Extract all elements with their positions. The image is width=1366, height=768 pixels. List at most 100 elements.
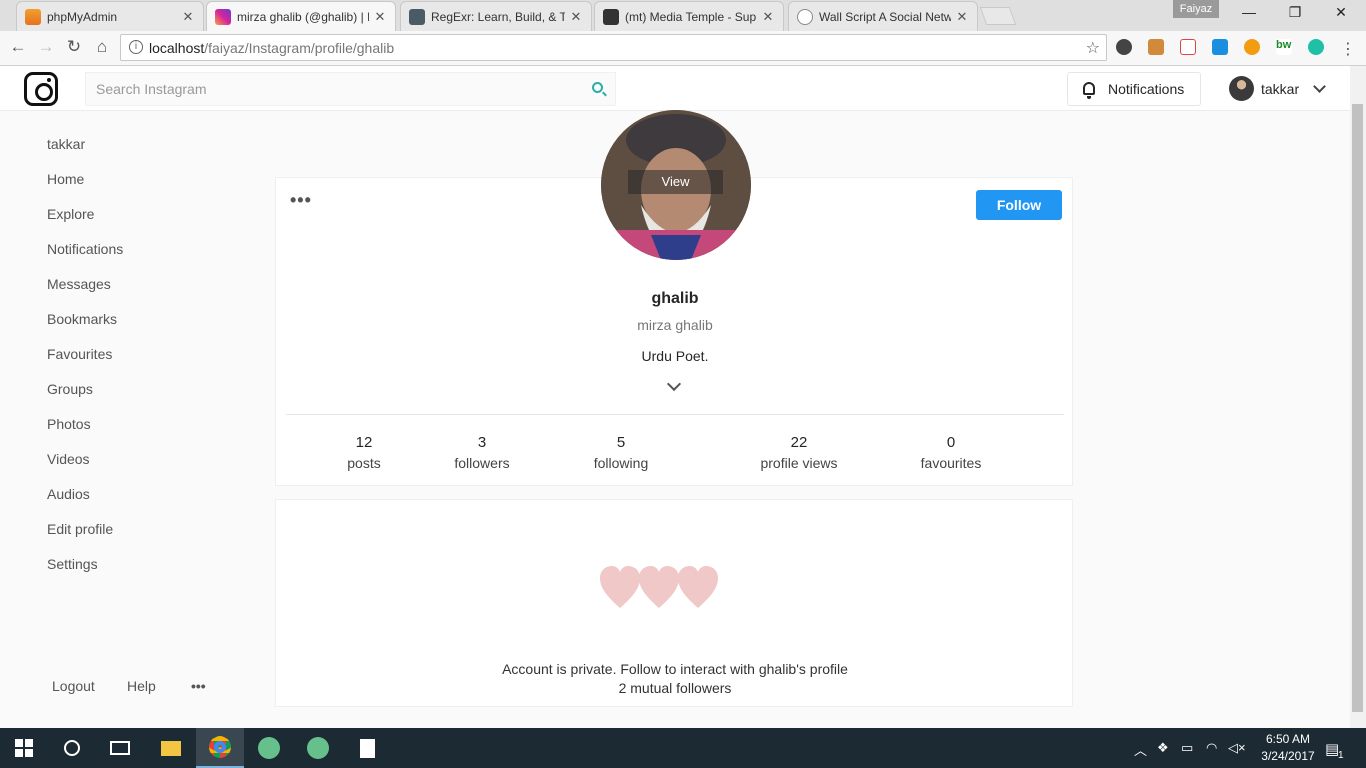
dropbox-icon[interactable]: ❖ bbox=[1157, 740, 1169, 756]
sidebar-item-notifications[interactable]: Notifications bbox=[47, 241, 123, 257]
search-icon[interactable] bbox=[592, 82, 603, 93]
windows-taskbar: ︿ ❖ ▭ ◠ ◁× 6:50 AM 3/24/2017 ▤ 1 bbox=[0, 728, 1366, 768]
task-view-icon[interactable] bbox=[96, 728, 144, 768]
divider bbox=[286, 414, 1064, 415]
profile-bio: Urdu Poet. bbox=[641, 348, 709, 364]
scrollbar-thumb[interactable] bbox=[1352, 104, 1363, 712]
close-tab-icon[interactable]: ✕ bbox=[181, 9, 195, 25]
volume-muted-icon[interactable]: ◁× bbox=[1228, 740, 1246, 756]
new-tab-button[interactable] bbox=[979, 7, 1017, 25]
stat-posts[interactable]: 12 posts bbox=[344, 434, 384, 471]
sidebar-item-settings[interactable]: Settings bbox=[47, 556, 98, 572]
menu-icon[interactable]: ⋮ bbox=[1340, 39, 1356, 58]
minimize-icon[interactable]: — bbox=[1226, 4, 1272, 20]
notifications-label: Notifications bbox=[1108, 81, 1185, 97]
close-window-icon[interactable]: ✕ bbox=[1318, 4, 1364, 21]
sidebar-item-videos[interactable]: Videos bbox=[47, 451, 90, 467]
instagram-app: Search Instagram Notifications takkar ta… bbox=[0, 66, 1350, 728]
stat-followers[interactable]: 3 followers bbox=[447, 434, 517, 471]
battery-icon[interactable]: ▭ bbox=[1181, 740, 1193, 756]
username-label: takkar bbox=[1261, 80, 1300, 97]
tab-wall-script[interactable]: Wall Script A Social Netw ✕ bbox=[788, 1, 978, 31]
info-icon[interactable]: i bbox=[129, 40, 143, 54]
atom-editor-icon[interactable] bbox=[294, 728, 342, 768]
instagram-logo-icon[interactable] bbox=[24, 72, 58, 106]
view-photo-button[interactable]: View bbox=[628, 170, 723, 194]
tab-media-temple[interactable]: (mt) Media Temple - Sup ✕ bbox=[594, 1, 784, 31]
extension-icon[interactable] bbox=[1148, 39, 1164, 55]
sidebar-item-photos[interactable]: Photos bbox=[47, 416, 91, 432]
sidebar-item-bookmarks[interactable]: Bookmarks bbox=[47, 311, 117, 327]
page-icon bbox=[797, 8, 813, 25]
search-cortana-icon[interactable] bbox=[48, 728, 96, 768]
sidebar-item-home[interactable]: Home bbox=[47, 171, 84, 187]
page-scrollbar[interactable] bbox=[1350, 66, 1366, 728]
more-options-icon[interactable]: ••• bbox=[191, 678, 206, 694]
file-explorer-icon[interactable] bbox=[147, 728, 195, 768]
sidebar-item-groups[interactable]: Groups bbox=[47, 381, 93, 397]
notifications-button[interactable]: Notifications bbox=[1067, 72, 1201, 106]
private-account-message: Account is private. Follow to interact w… bbox=[502, 661, 848, 677]
sidebar-item-profile[interactable]: takkar bbox=[47, 136, 85, 152]
window-user-badge[interactable]: Faiyaz bbox=[1173, 0, 1219, 18]
system-clock[interactable]: 6:50 AM 3/24/2017 bbox=[1256, 731, 1320, 765]
download-extension-icon[interactable] bbox=[1212, 39, 1228, 55]
close-tab-icon[interactable]: ✕ bbox=[955, 9, 969, 25]
document-icon[interactable] bbox=[343, 728, 391, 768]
private-account-card: Account is private. Follow to interact w… bbox=[275, 499, 1073, 707]
media-temple-icon bbox=[603, 8, 619, 25]
home-icon[interactable]: ⌂ bbox=[90, 37, 114, 57]
chevron-down-icon bbox=[1313, 79, 1326, 93]
address-bar[interactable]: i localhost/faiyaz/Instagram/profile/gha… bbox=[120, 34, 1107, 61]
sidebar-item-explore[interactable]: Explore bbox=[47, 206, 94, 222]
forward-icon[interactable]: → bbox=[34, 37, 58, 57]
settings-extension-icon[interactable] bbox=[1116, 39, 1132, 55]
sidebar-item-edit-profile[interactable]: Edit profile bbox=[47, 521, 113, 537]
wifi-icon[interactable]: ◠ bbox=[1206, 740, 1217, 756]
browser-toolbar: ← → ↻ ⌂ i localhost/faiyaz/Instagram/pro… bbox=[0, 31, 1366, 66]
profile-avatar[interactable]: View bbox=[601, 110, 751, 260]
sidebar-item-messages[interactable]: Messages bbox=[47, 276, 111, 292]
regexr-icon bbox=[409, 8, 425, 25]
hearts-icon bbox=[600, 566, 718, 608]
extension-icon[interactable] bbox=[1244, 39, 1260, 55]
follow-button[interactable]: Follow bbox=[976, 190, 1062, 220]
bw-extension-icon[interactable]: bw bbox=[1276, 39, 1292, 55]
tab-instagram-profile[interactable]: mirza ghalib (@ghalib) | I ✕ bbox=[206, 1, 396, 31]
start-windows-icon[interactable] bbox=[0, 728, 48, 768]
reload-icon[interactable]: ↻ bbox=[62, 37, 86, 57]
top-navigation: Search Instagram Notifications takkar bbox=[0, 66, 1350, 111]
user-menu[interactable]: takkar bbox=[1229, 76, 1326, 101]
stat-following[interactable]: 5 following bbox=[586, 434, 656, 471]
help-link[interactable]: Help bbox=[127, 678, 156, 694]
back-icon[interactable]: ← bbox=[6, 37, 30, 57]
tab-strip: phpMyAdmin ✕ mirza ghalib (@ghalib) | I … bbox=[0, 0, 1366, 31]
atom-editor-icon[interactable] bbox=[245, 728, 293, 768]
tab-phpmyadmin[interactable]: phpMyAdmin ✕ bbox=[16, 1, 204, 31]
extension-icon[interactable] bbox=[1180, 39, 1196, 55]
close-tab-icon[interactable]: ✕ bbox=[373, 9, 387, 25]
close-tab-icon[interactable]: ✕ bbox=[569, 9, 583, 25]
profile-options-icon[interactable]: ••• bbox=[290, 190, 312, 211]
instagram-icon bbox=[215, 8, 231, 25]
action-center-count: 1 bbox=[1338, 750, 1344, 761]
stat-favourites[interactable]: 0 favourites bbox=[911, 434, 991, 471]
chrome-taskbar-icon[interactable] bbox=[196, 728, 244, 768]
close-tab-icon[interactable]: ✕ bbox=[761, 9, 775, 25]
show-hidden-icons-icon[interactable]: ︿ bbox=[1134, 740, 1147, 759]
expand-bio-chevron-icon[interactable] bbox=[666, 376, 682, 392]
stat-profile-views[interactable]: 22 profile views bbox=[749, 434, 849, 471]
bell-icon bbox=[1083, 82, 1095, 99]
restore-icon[interactable]: ❐ bbox=[1272, 4, 1318, 21]
mutual-followers-link[interactable]: 2 mutual followers bbox=[276, 680, 1074, 696]
profile-full-name: mirza ghalib bbox=[637, 317, 713, 333]
tab-regexr[interactable]: RegExr: Learn, Build, & Te ✕ bbox=[400, 1, 592, 31]
sidebar-item-audios[interactable]: Audios bbox=[47, 486, 90, 502]
profile-handle: ghalib bbox=[651, 290, 699, 307]
search-input[interactable]: Search Instagram bbox=[85, 72, 616, 106]
bookmark-star-icon[interactable]: ☆ bbox=[1086, 38, 1100, 58]
browser-chrome: phpMyAdmin ✕ mirza ghalib (@ghalib) | I … bbox=[0, 0, 1366, 66]
sidebar-item-favourites[interactable]: Favourites bbox=[47, 346, 112, 362]
m-extension-icon[interactable] bbox=[1308, 39, 1324, 55]
logout-link[interactable]: Logout bbox=[52, 678, 95, 694]
